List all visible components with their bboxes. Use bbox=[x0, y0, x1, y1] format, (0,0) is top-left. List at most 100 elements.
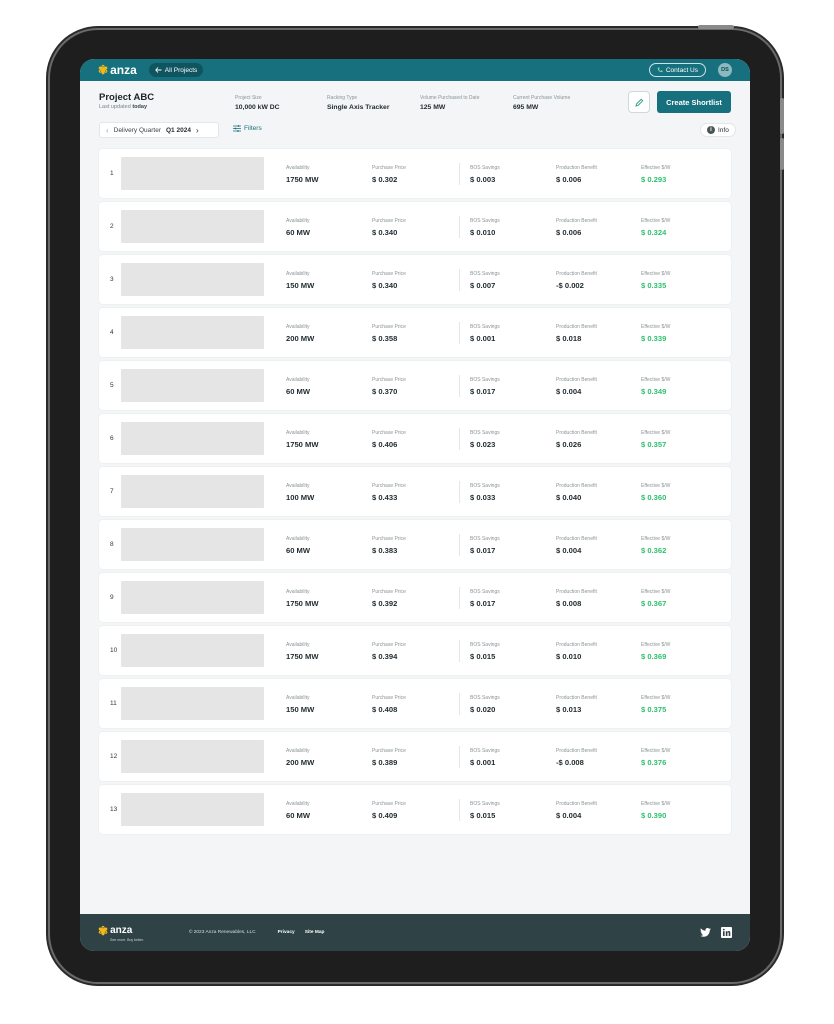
stat-racking-type: Racking Type Single Axis Tracker bbox=[327, 95, 389, 111]
cell-production-benefit: Production Benefit $ 0.006 bbox=[556, 165, 597, 184]
create-shortlist-button[interactable]: Create Shortlist bbox=[657, 91, 731, 113]
cell-purchase-price: Purchase Price $ 0.358 bbox=[372, 324, 406, 343]
cell-value: $ 0.375 bbox=[641, 705, 667, 714]
linkedin-icon[interactable] bbox=[721, 927, 732, 938]
cell-label: Purchase Price bbox=[372, 324, 406, 330]
cell-production-benefit: Production Benefit $ 0.004 bbox=[556, 801, 597, 820]
cell-value: $ 0.020 bbox=[470, 705, 496, 714]
brand-logo[interactable]: ✾ anza bbox=[98, 63, 137, 77]
cell-value: 60 MW bbox=[286, 228, 311, 237]
cell-bos-savings: BOS Savings $ 0.015 bbox=[470, 801, 500, 820]
list-item[interactable]: 13 Availability 60 MW Purchase Price $ 0.409… bbox=[99, 785, 731, 834]
cell-value: $ 0.006 bbox=[556, 175, 582, 184]
cell-label: Purchase Price bbox=[372, 483, 406, 489]
contact-us-button[interactable]: Contact Us bbox=[648, 63, 706, 77]
list-item[interactable]: 12 Availability 200 MW Purchase Price $ 0.38… bbox=[99, 732, 731, 781]
cell-effective: Effective $/W $ 0.349 bbox=[641, 377, 670, 396]
cell-label: Production Benefit bbox=[556, 271, 597, 277]
row-rank: 4 bbox=[110, 329, 114, 336]
footer-link-privacy[interactable]: Privacy bbox=[278, 930, 295, 935]
cell-value: $ 0.383 bbox=[372, 546, 398, 555]
last-updated: Last updated today bbox=[99, 104, 154, 110]
top-nav: ✾ anza All Projects Contact Us DS bbox=[80, 59, 750, 81]
footer-logo[interactable]: ✾ anza See more. Buy better. bbox=[98, 924, 144, 942]
cell-production-benefit: Production Benefit $ 0.026 bbox=[556, 430, 597, 449]
cell-label: BOS Savings bbox=[470, 748, 500, 754]
arrow-left-icon bbox=[154, 67, 162, 73]
cell-value: $ 0.010 bbox=[556, 652, 582, 661]
cell-value: $ 0.001 bbox=[470, 758, 496, 767]
list-item[interactable]: 4 Availability 200 MW Purchase Price $ 0.358… bbox=[99, 308, 731, 357]
footer-link-sitemap[interactable]: Site Map bbox=[305, 930, 325, 935]
cell-value: $ 0.015 bbox=[470, 811, 496, 820]
cell-production-benefit: Production Benefit $ 0.010 bbox=[556, 642, 597, 661]
filters-button[interactable]: Filters bbox=[233, 125, 262, 132]
module-image-placeholder bbox=[121, 634, 264, 667]
cell-production-benefit: Production Benefit $ 0.006 bbox=[556, 218, 597, 237]
cell-value: $ 0.406 bbox=[372, 440, 398, 449]
cell-value: $ 0.003 bbox=[470, 175, 496, 184]
cell-availability: Availability 100 MW bbox=[286, 483, 314, 502]
cell-value: $ 0.392 bbox=[372, 599, 398, 608]
list-item[interactable]: 7 Availability 100 MW Purchase Price $ 0.433… bbox=[99, 467, 731, 516]
cell-label: Production Benefit bbox=[556, 165, 597, 171]
cell-bos-savings: BOS Savings $ 0.023 bbox=[470, 430, 500, 449]
list-item[interactable]: 11 Availability 150 MW Purchase Price $ 0.40… bbox=[99, 679, 731, 728]
chevron-left-icon[interactable]: ‹ bbox=[106, 126, 109, 135]
cell-label: Effective $/W bbox=[641, 748, 671, 754]
cell-label: Production Benefit bbox=[556, 642, 597, 648]
list-item[interactable]: 8 Availability 60 MW Purchase Price $ 0.383 B… bbox=[99, 520, 731, 569]
list-item[interactable]: 1 Availability 1750 MW Purchase Price $ 0.30… bbox=[99, 149, 731, 198]
row-rank: 13 bbox=[110, 806, 118, 813]
list-item[interactable]: 3 Availability 150 MW Purchase Price $ 0.340… bbox=[99, 255, 731, 304]
edit-project-button[interactable] bbox=[628, 91, 650, 113]
cell-label: Availability bbox=[286, 695, 310, 701]
cell-label: Effective $/W bbox=[641, 483, 671, 489]
module-image-placeholder bbox=[121, 263, 264, 296]
sliders-icon bbox=[233, 125, 241, 132]
user-avatar[interactable]: DS bbox=[718, 63, 732, 77]
list-item[interactable]: 9 Availability 1750 MW Purchase Price $ 0.39… bbox=[99, 573, 731, 622]
module-image-placeholder bbox=[121, 740, 264, 773]
cell-bos-savings: BOS Savings $ 0.020 bbox=[470, 695, 500, 714]
stat-project-size: Project Size 10,000 kW DC bbox=[235, 95, 280, 111]
twitter-icon[interactable] bbox=[700, 928, 711, 937]
row-rank: 11 bbox=[110, 700, 117, 707]
last-updated-value: today bbox=[132, 104, 148, 110]
divider bbox=[459, 269, 460, 291]
cell-label: BOS Savings bbox=[470, 430, 500, 436]
cell-value: -$ 0.008 bbox=[556, 758, 584, 767]
divider bbox=[459, 322, 460, 344]
cell-availability: Availability 60 MW bbox=[286, 218, 310, 237]
list-item[interactable]: 6 Availability 1750 MW Purchase Price $ 0.40… bbox=[99, 414, 731, 463]
cell-production-benefit: Production Benefit $ 0.004 bbox=[556, 377, 597, 396]
cell-value: $ 0.006 bbox=[556, 228, 582, 237]
stat-label: Volume Purchased to Date bbox=[420, 95, 480, 101]
cell-label: Purchase Price bbox=[372, 695, 406, 701]
chevron-right-icon[interactable]: › bbox=[196, 126, 199, 135]
cell-availability: Availability 150 MW bbox=[286, 271, 314, 290]
list-item[interactable]: 2 Availability 60 MW Purchase Price $ 0.340 B… bbox=[99, 202, 731, 251]
cell-effective: Effective $/W $ 0.324 bbox=[641, 218, 670, 237]
cell-effective: Effective $/W $ 0.335 bbox=[641, 271, 670, 290]
list-item[interactable]: 10 Availability 1750 MW Purchase Price $ 0.3… bbox=[99, 626, 731, 675]
cell-value: $ 0.026 bbox=[556, 440, 582, 449]
cell-purchase-price: Purchase Price $ 0.383 bbox=[372, 536, 406, 555]
cell-label: Production Benefit bbox=[556, 589, 597, 595]
cell-label: Production Benefit bbox=[556, 801, 597, 807]
cell-availability: Availability 200 MW bbox=[286, 324, 314, 343]
cell-value: $ 0.367 bbox=[641, 599, 667, 608]
cell-production-benefit: Production Benefit -$ 0.002 bbox=[556, 271, 597, 290]
cell-label: Effective $/W bbox=[641, 218, 671, 224]
module-image-placeholder bbox=[121, 475, 264, 508]
all-projects-button[interactable]: All Projects bbox=[148, 63, 204, 77]
list-item[interactable]: 5 Availability 60 MW Purchase Price $ 0.370 B… bbox=[99, 361, 731, 410]
cell-value: $ 0.013 bbox=[556, 705, 582, 714]
stat-value: Single Axis Tracker bbox=[327, 104, 390, 111]
cell-bos-savings: BOS Savings $ 0.007 bbox=[470, 271, 500, 290]
cell-bos-savings: BOS Savings $ 0.015 bbox=[470, 642, 500, 661]
delivery-quarter-label: Delivery Quarter bbox=[113, 126, 161, 134]
all-projects-label: All Projects bbox=[164, 66, 198, 74]
cell-label: Availability bbox=[286, 271, 310, 277]
info-button[interactable]: i Info bbox=[700, 123, 736, 137]
